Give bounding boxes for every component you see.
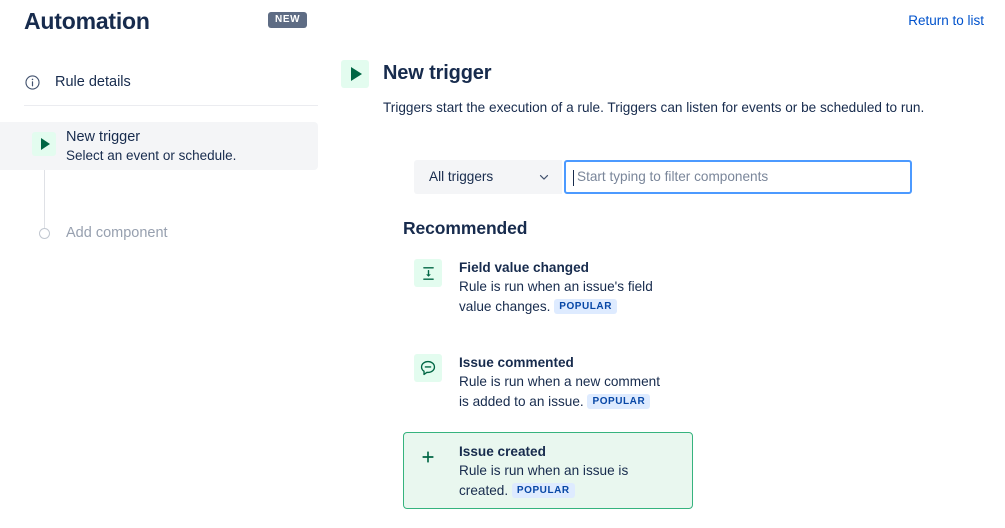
text-caret	[573, 170, 574, 186]
trigger-card-body: Field value changed Rule is run when an …	[459, 257, 671, 316]
trigger-card-title: Field value changed	[459, 258, 671, 277]
trigger-filter-row: All triggers Start typing to filter comp…	[414, 160, 912, 194]
comment-bubble-icon	[414, 354, 442, 382]
rule-sidebar: Rule details New trigger Select an event…	[0, 48, 330, 528]
sidebar-trigger-title: New trigger	[66, 127, 140, 147]
return-to-list-link[interactable]: Return to list	[908, 12, 984, 30]
trigger-type-select[interactable]: All triggers	[414, 160, 562, 194]
trigger-card-description: Rule is run when an issue is created. PO…	[459, 461, 671, 500]
sidebar-divider	[24, 105, 318, 106]
page-title: Automation	[24, 6, 150, 36]
trigger-card-field-value-changed[interactable]: Field value changed Rule is run when an …	[403, 248, 693, 325]
popular-badge: POPULAR	[587, 394, 650, 409]
automation-page: Automation NEW Return to list Rule detai…	[0, 0, 1005, 528]
page-header: Automation NEW Return to list	[0, 0, 1005, 42]
sidebar-item-add-component[interactable]: Add component	[0, 222, 318, 250]
plus-icon	[414, 443, 442, 471]
trigger-card-title: Issue created	[459, 442, 671, 461]
sidebar-item-rule-details[interactable]: Rule details	[24, 68, 131, 96]
recommended-trigger-list: Field value changed Rule is run when an …	[403, 248, 693, 509]
chevron-down-icon	[537, 170, 551, 184]
recommended-heading: Recommended	[403, 216, 527, 240]
sidebar-item-new-trigger[interactable]: New trigger Select an event or schedule.	[0, 122, 318, 170]
trigger-card-description: Rule is run when an issue's field value …	[459, 277, 671, 316]
rule-details-label: Rule details	[55, 72, 131, 92]
trigger-type-select-value: All triggers	[429, 168, 493, 186]
new-badge: NEW	[268, 12, 307, 28]
info-circle-icon	[24, 74, 41, 91]
main-heading: New trigger	[383, 59, 491, 87]
component-search-input[interactable]: Start typing to filter components	[564, 160, 912, 194]
empty-circle-icon	[39, 228, 50, 239]
field-value-changed-icon	[414, 259, 442, 287]
add-component-label: Add component	[66, 223, 168, 243]
trigger-card-body: Issue created Rule is run when an issue …	[459, 441, 671, 500]
trigger-card-description: Rule is run when a new comment is added …	[459, 372, 671, 411]
play-triangle-icon	[32, 132, 56, 156]
trigger-card-issue-commented[interactable]: Issue commented Rule is run when a new c…	[403, 343, 693, 420]
popular-badge: POPULAR	[512, 483, 575, 498]
sidebar-trigger-subtitle: Select an event or schedule.	[66, 146, 236, 165]
play-triangle-icon	[341, 60, 369, 88]
trigger-card-body: Issue commented Rule is run when a new c…	[459, 352, 671, 411]
trigger-card-title: Issue commented	[459, 353, 671, 372]
popular-badge: POPULAR	[554, 299, 617, 314]
main-description: Triggers start the execution of a rule. …	[383, 98, 941, 118]
search-placeholder: Start typing to filter components	[573, 168, 768, 186]
trigger-card-issue-created[interactable]: Issue created Rule is run when an issue …	[403, 432, 693, 509]
